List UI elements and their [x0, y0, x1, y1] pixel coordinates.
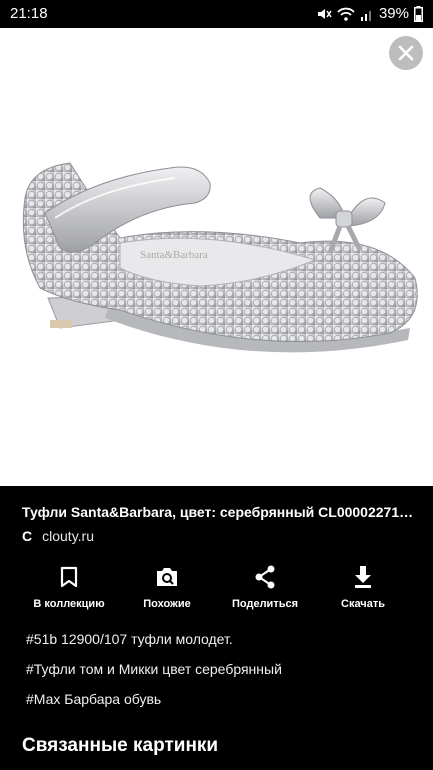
battery-percent: 39%	[378, 5, 409, 22]
mute-icon	[317, 8, 332, 19]
share-icon	[255, 565, 275, 589]
action-bar: В коллекцию Похожие Поделиться Скачать	[0, 564, 433, 614]
svg-text:Santa&Barbara: Santa&Barbara	[140, 249, 208, 261]
shoe-image: Santa&Barbara	[22, 162, 418, 353]
add-to-collection-label: В коллекцию	[33, 598, 105, 610]
tag-link[interactable]: #Мах Барбара обувь	[26, 691, 161, 707]
image-viewer[interactable]: Santa&Barbara	[0, 28, 433, 486]
status-bar: 21:18 39%	[0, 0, 433, 28]
tag-link[interactable]: #Туфли том и Микки цвет серебрянный	[26, 661, 282, 677]
image-title[interactable]: Туфли Santa&Barbara, цвет: серебрянный C…	[22, 504, 417, 520]
add-to-collection-button[interactable]: В коллекцию	[20, 564, 118, 614]
bookmark-icon	[60, 566, 78, 588]
tag-link[interactable]: #51b 12900/107 туфли молодет.	[26, 631, 233, 647]
camera-search-icon	[157, 568, 177, 586]
source-logo-icon: C	[22, 528, 33, 544]
wifi-icon	[337, 7, 355, 21]
source-domain: clouty.ru	[42, 528, 94, 544]
similar-label: Похожие	[143, 598, 191, 610]
source-link[interactable]: C clouty.ru	[22, 528, 94, 544]
status-time: 21:18	[10, 5, 48, 22]
download-button[interactable]: Скачать	[314, 564, 412, 614]
signal-icon	[360, 10, 371, 21]
share-button[interactable]: Поделиться	[216, 564, 314, 614]
download-label: Скачать	[341, 598, 385, 610]
status-icons: 39%	[316, 5, 423, 22]
image-details: Туфли Santa&Barbara, цвет: серебрянный C…	[0, 486, 433, 770]
related-images-heading: Связанные картинки	[22, 735, 219, 756]
close-icon	[398, 45, 414, 61]
close-button[interactable]	[389, 36, 423, 70]
download-icon	[355, 566, 371, 588]
battery-icon	[414, 5, 423, 22]
share-label: Поделиться	[231, 598, 299, 610]
similar-button[interactable]: Похожие	[118, 564, 216, 614]
